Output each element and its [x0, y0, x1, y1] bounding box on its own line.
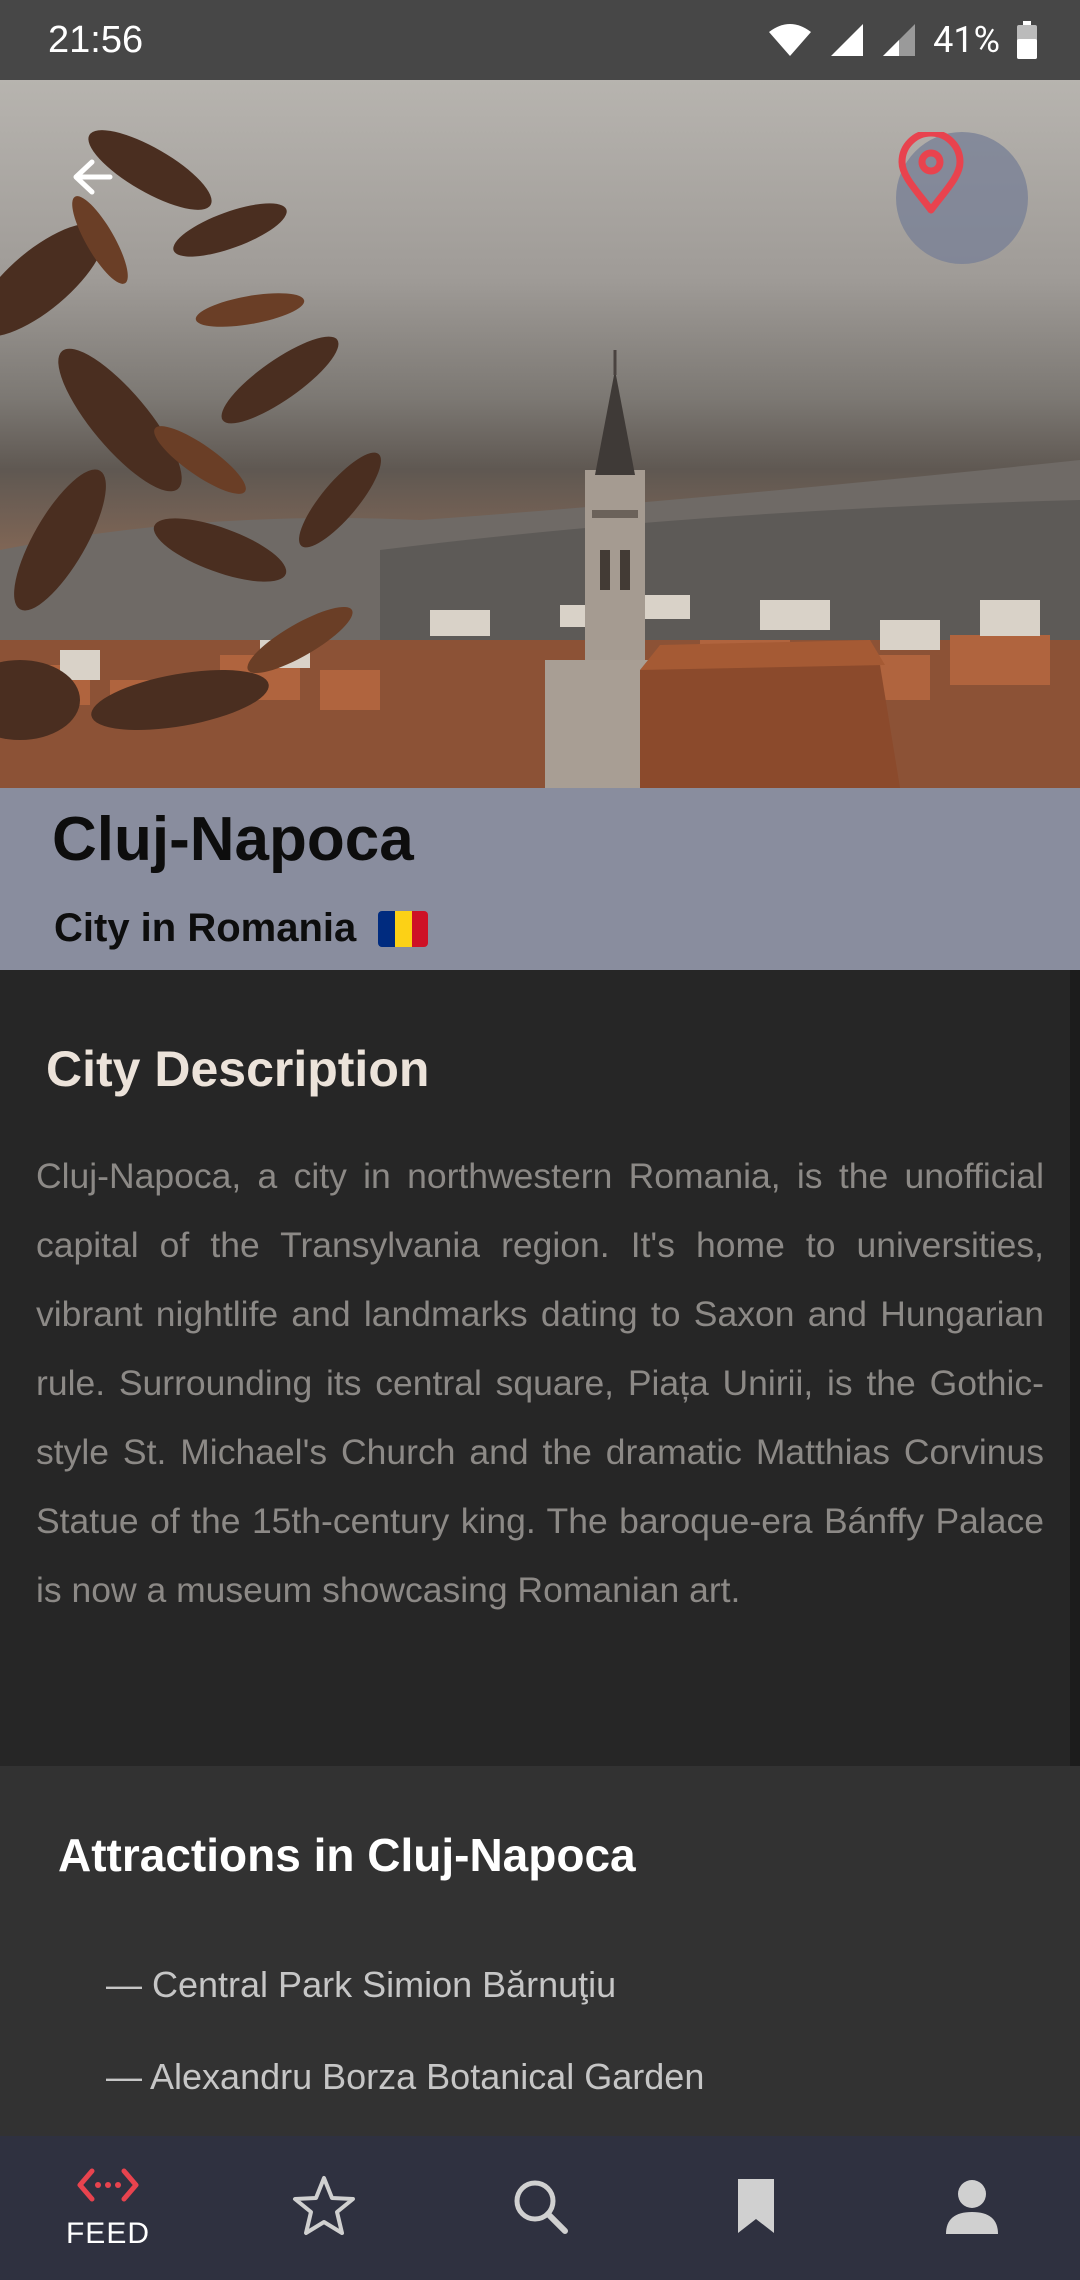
- city-subtitle: City in Romania: [54, 906, 357, 950]
- star-icon: [292, 2174, 356, 2242]
- profile-icon: [944, 2178, 1000, 2238]
- attractions-section: Attractions in Cluj-Napoca — Central Par…: [0, 1766, 1080, 2136]
- scrollbar-track[interactable]: [1070, 970, 1080, 1766]
- nav-search[interactable]: [460, 2136, 620, 2280]
- location-button[interactable]: [896, 132, 1028, 264]
- battery-percent: 41%: [933, 19, 1000, 61]
- attraction-item[interactable]: — Alexandru Borza Botanical Garden: [106, 2054, 704, 2146]
- status-bar: 21:56 41%: [0, 0, 1080, 80]
- bottom-navigation: FEED: [0, 2136, 1080, 2280]
- status-icons: 41%: [767, 19, 1038, 61]
- nav-feed[interactable]: FEED: [28, 2136, 188, 2280]
- city-header: Cluj-Napoca City in Romania: [0, 788, 1080, 970]
- attractions-heading: Attractions in Cluj-Napoca: [58, 1829, 636, 1881]
- nav-feed-label: FEED: [65, 2217, 150, 2250]
- description-heading: City Description: [46, 1041, 430, 1097]
- attractions-list: — Central Park Simion Bărnuţiu — Alexand…: [106, 1962, 704, 2146]
- city-title: Cluj-Napoca: [52, 805, 414, 874]
- signal-icon: [829, 22, 865, 58]
- search-icon: [510, 2176, 570, 2240]
- battery-icon: [1016, 21, 1038, 59]
- nav-favorites[interactable]: [244, 2136, 404, 2280]
- feed-code-icon: [76, 2165, 140, 2209]
- status-time: 21:56: [48, 18, 144, 61]
- nav-bookmarks[interactable]: [676, 2136, 836, 2280]
- city-description-section: City Description Cluj-Napoca, a city in …: [0, 970, 1070, 1766]
- bookmark-icon: [735, 2176, 777, 2240]
- attraction-item[interactable]: — Central Park Simion Bărnuţiu: [106, 1962, 704, 2054]
- city-subtitle-row: City in Romania: [54, 906, 429, 951]
- description-text: Cluj-Napoca, a city in northwestern Roma…: [36, 1156, 1044, 1610]
- back-button[interactable]: [70, 154, 150, 234]
- signal-weak-icon: [881, 22, 917, 58]
- romania-flag-icon: [378, 910, 429, 947]
- hero-image: [0, 80, 1080, 788]
- wifi-icon: [767, 22, 813, 58]
- nav-profile[interactable]: [892, 2136, 1052, 2280]
- app-screen: 21:56 41% Cluj-Napoca City in Romania Ci…: [0, 0, 1080, 2280]
